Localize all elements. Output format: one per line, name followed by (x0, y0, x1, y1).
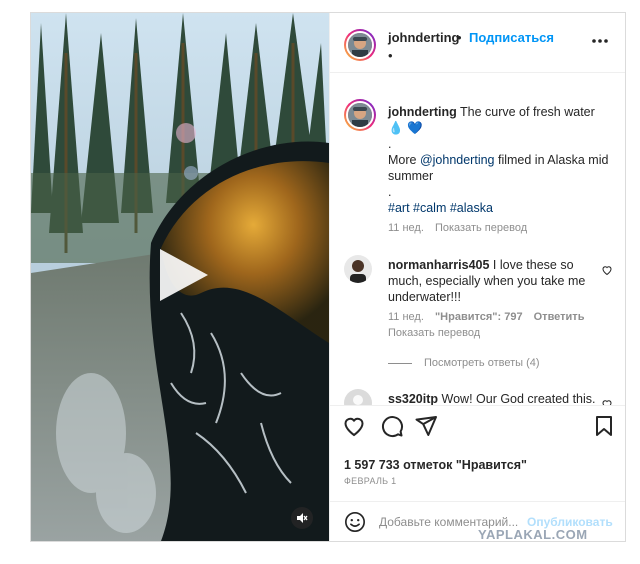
smiley-icon[interactable] (344, 511, 366, 533)
comment-time[interactable]: 11 нед. (388, 311, 424, 323)
caption-time[interactable]: 11 нед. (388, 222, 424, 234)
caption-username[interactable]: johnderting (388, 105, 457, 119)
mention-link[interactable]: @johnderting (420, 153, 495, 167)
caption-more-prefix: More (388, 153, 420, 167)
reply-button[interactable]: Ответить (534, 311, 585, 323)
instagram-post-modal: johnderting • Подписаться • johnderting … (30, 12, 626, 542)
paper-plane-icon[interactable] (414, 414, 438, 438)
comment-translate-row: Показать перевод (388, 327, 488, 339)
comment-username[interactable]: normanharris405 (388, 258, 489, 272)
caption-emoji: 💧 💙 (388, 121, 423, 135)
caption-meta: 11 нед. Показать перевод (388, 222, 535, 234)
avatar-image (344, 255, 372, 283)
comment-text: normanharris405 I love these so much, es… (388, 257, 598, 305)
caption-line: The curve of fresh water (460, 105, 595, 119)
translate-link[interactable]: Показать перевод (435, 222, 527, 234)
caption-text: johnderting The curve of fresh water 💧 💙… (388, 104, 613, 216)
default-avatar-icon (344, 389, 372, 405)
author-username[interactable]: johnderting (388, 30, 460, 45)
view-replies-label: Посмотреть ответы (4) (424, 357, 540, 369)
comments-section[interactable]: johnderting The curve of fresh water 💧 💙… (330, 73, 625, 405)
separator-dot: • (457, 30, 462, 45)
comment-meta: 11 нед. "Нравится": 797 Ответить (388, 311, 592, 323)
commenter-avatar[interactable] (344, 389, 372, 405)
heart-icon[interactable] (601, 264, 613, 276)
mute-button[interactable] (291, 507, 313, 529)
video-media[interactable] (31, 13, 329, 541)
caption-avatar[interactable] (344, 99, 376, 131)
translate-link[interactable]: Показать перевод (388, 327, 480, 339)
site-watermark: YAPLAKAL.COM (478, 527, 588, 542)
view-replies-button[interactable]: Посмотреть ответы (4) (388, 357, 540, 369)
likes-count[interactable]: 1 597 733 отметок "Нравится" (344, 458, 527, 472)
heart-icon[interactable] (601, 398, 613, 405)
comment-username[interactable]: ss320itp (388, 392, 438, 405)
action-bar (330, 405, 625, 444)
bookmark-icon[interactable] (592, 414, 616, 438)
caption-dot: . (388, 137, 392, 151)
avatar-image (348, 103, 372, 127)
author-avatar[interactable] (344, 29, 376, 61)
caption-dot: . (388, 185, 392, 199)
comment-icon[interactable] (380, 414, 404, 438)
avatar-image (348, 33, 372, 57)
hashtags-link[interactable]: #art #calm #alaska (388, 201, 493, 215)
follow-button[interactable]: Подписаться (469, 30, 554, 45)
speaker-muted-icon (297, 513, 308, 523)
comment-likes[interactable]: "Нравится": 797 (435, 311, 523, 323)
play-icon[interactable] (152, 245, 212, 305)
post-header: johnderting • Подписаться • (330, 13, 625, 73)
replies-line (388, 362, 412, 364)
post-date[interactable]: ФЕВРАЛЬ 1 (344, 476, 396, 486)
location-dot: • (388, 48, 393, 63)
more-horizontal-icon[interactable] (590, 35, 610, 47)
comment-text: ss320itp Wow! Our God created this. Then… (388, 391, 598, 405)
post-side-panel: johnderting • Подписаться • johnderting … (329, 13, 625, 541)
heart-icon[interactable] (342, 414, 366, 438)
commenter-avatar[interactable] (344, 255, 372, 283)
